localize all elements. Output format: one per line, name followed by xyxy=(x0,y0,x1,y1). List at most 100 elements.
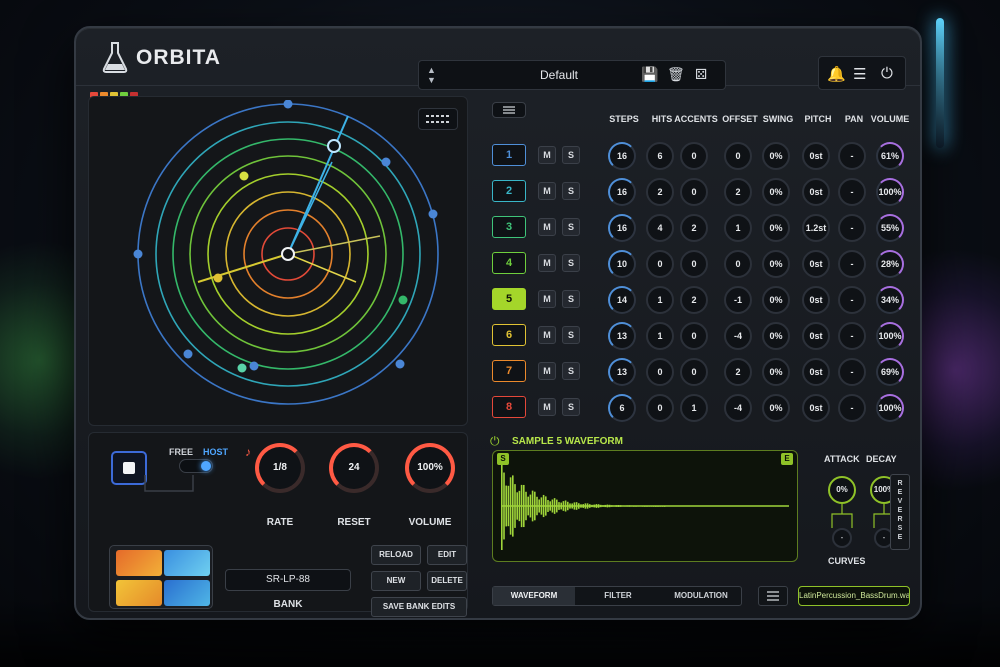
bell-icon[interactable]: 🔔 xyxy=(827,65,846,83)
swing-knob[interactable]: 0% xyxy=(762,358,790,386)
new-button[interactable]: NEW xyxy=(371,571,421,591)
volume-knob[interactable]: 34% xyxy=(876,286,904,314)
volume-knob[interactable]: 100% xyxy=(876,394,904,422)
accents-knob[interactable]: 0 xyxy=(680,142,708,170)
mute-button[interactable]: M xyxy=(538,218,556,236)
steps-knob[interactable]: 16 xyxy=(608,178,636,206)
bank-thumbnail[interactable] xyxy=(109,545,213,609)
attack-curve-knob[interactable]: - xyxy=(832,528,852,548)
pan-knob[interactable]: - xyxy=(838,358,866,386)
sequencer-menu-button[interactable] xyxy=(492,102,526,118)
track-select-button[interactable]: 8 xyxy=(492,396,526,418)
swing-knob[interactable]: 0% xyxy=(762,178,790,206)
mute-button[interactable]: M xyxy=(538,146,556,164)
steps-knob[interactable]: 14 xyxy=(608,286,636,314)
attack-knob[interactable]: 0% xyxy=(828,476,856,504)
reset-knob[interactable]: 24 xyxy=(329,443,379,493)
steps-knob[interactable]: 10 xyxy=(608,250,636,278)
bank-name-field[interactable]: SR-LP-88 xyxy=(225,569,351,591)
accents-knob[interactable]: 0 xyxy=(680,250,708,278)
tab-waveform[interactable]: WAVEFORM xyxy=(493,587,575,605)
solo-button[interactable]: S xyxy=(562,362,580,380)
power-icon[interactable]: ⏻ xyxy=(881,65,893,82)
steps-knob[interactable]: 6 xyxy=(608,394,636,422)
accents-knob[interactable]: 1 xyxy=(680,394,708,422)
volume-knob[interactable]: 100% xyxy=(876,322,904,350)
save-icon[interactable]: 💾 xyxy=(641,66,658,83)
hits-knob[interactable]: 0 xyxy=(646,394,674,422)
pan-knob[interactable]: - xyxy=(838,322,866,350)
end-marker[interactable]: E xyxy=(781,453,793,465)
orbit-radar[interactable] xyxy=(106,100,446,416)
sample-menu-button[interactable] xyxy=(758,586,788,606)
offset-knob[interactable]: -4 xyxy=(724,394,752,422)
delete-button[interactable]: DELETE xyxy=(427,571,467,591)
start-marker[interactable]: S xyxy=(497,453,509,465)
pitch-knob[interactable]: 0st xyxy=(802,322,830,350)
hits-knob[interactable]: 2 xyxy=(646,178,674,206)
swing-knob[interactable]: 0% xyxy=(762,322,790,350)
volume-knob[interactable]: 61% xyxy=(876,142,904,170)
pitch-knob[interactable]: 0st xyxy=(802,358,830,386)
pan-knob[interactable]: - xyxy=(838,394,866,422)
hits-knob[interactable]: 1 xyxy=(646,286,674,314)
track-select-button[interactable]: 6 xyxy=(492,324,526,346)
tab-filter[interactable]: FILTER xyxy=(577,587,659,605)
offset-knob[interactable]: -1 xyxy=(724,286,752,314)
track-select-button[interactable]: 5 xyxy=(492,288,526,310)
preset-arrows-icon[interactable]: ▲ ▼ xyxy=(427,65,436,85)
pitch-knob[interactable]: 0st xyxy=(802,178,830,206)
offset-knob[interactable]: 1 xyxy=(724,214,752,242)
accents-knob[interactable]: 2 xyxy=(680,286,708,314)
volume-knob[interactable]: 100% xyxy=(876,178,904,206)
save-bank-edits-button[interactable]: SAVE BANK EDITS xyxy=(371,597,467,617)
steps-knob[interactable]: 13 xyxy=(608,358,636,386)
track-select-button[interactable]: 2 xyxy=(492,180,526,202)
edit-button[interactable]: EDIT xyxy=(427,545,467,565)
mute-button[interactable]: M xyxy=(538,326,556,344)
offset-knob[interactable]: 2 xyxy=(724,358,752,386)
mute-button[interactable]: M xyxy=(538,182,556,200)
solo-button[interactable]: S xyxy=(562,398,580,416)
pan-knob[interactable]: - xyxy=(838,214,866,242)
mute-button[interactable]: M xyxy=(538,398,556,416)
volume-knob[interactable]: 28% xyxy=(876,250,904,278)
solo-button[interactable]: S xyxy=(562,218,580,236)
accents-knob[interactable]: 2 xyxy=(680,214,708,242)
hits-knob[interactable]: 0 xyxy=(646,250,674,278)
accents-knob[interactable]: 0 xyxy=(680,322,708,350)
steps-knob[interactable]: 16 xyxy=(608,214,636,242)
trash-icon[interactable]: 🗑 xyxy=(667,66,685,83)
tab-modulation[interactable]: MODULATION xyxy=(661,587,741,605)
track-select-button[interactable]: 7 xyxy=(492,360,526,382)
pitch-knob[interactable]: 0st xyxy=(802,142,830,170)
dice-icon[interactable]: ⚄ xyxy=(695,66,707,83)
swing-knob[interactable]: 0% xyxy=(762,286,790,314)
volume-knob[interactable]: 55% xyxy=(876,214,904,242)
pitch-knob[interactable]: 1.2st xyxy=(802,214,830,242)
offset-knob[interactable]: 0 xyxy=(724,142,752,170)
accents-knob[interactable]: 0 xyxy=(680,178,708,206)
power-icon[interactable]: ⏻ xyxy=(490,434,500,449)
mute-button[interactable]: M xyxy=(538,254,556,272)
hits-knob[interactable]: 1 xyxy=(646,322,674,350)
track-select-button[interactable]: 3 xyxy=(492,216,526,238)
offset-knob[interactable]: 2 xyxy=(724,178,752,206)
reload-button[interactable]: RELOAD xyxy=(371,545,421,565)
pan-knob[interactable]: - xyxy=(838,142,866,170)
hamburger-icon[interactable]: ☰ xyxy=(853,65,866,83)
rate-knob[interactable]: 1/8 xyxy=(255,443,305,493)
sample-file-name[interactable]: LatinPercussion_BassDrum.wav xyxy=(798,586,910,606)
hits-knob[interactable]: 4 xyxy=(646,214,674,242)
offset-knob[interactable]: -4 xyxy=(724,322,752,350)
hits-knob[interactable]: 0 xyxy=(646,358,674,386)
waveform-display[interactable]: S E xyxy=(492,450,798,562)
mute-button[interactable]: M xyxy=(538,290,556,308)
solo-button[interactable]: S xyxy=(562,254,580,272)
pitch-knob[interactable]: 0st xyxy=(802,394,830,422)
pitch-knob[interactable]: 0st xyxy=(802,286,830,314)
mute-button[interactable]: M xyxy=(538,362,556,380)
track-select-button[interactable]: 1 xyxy=(492,144,526,166)
solo-button[interactable]: S xyxy=(562,326,580,344)
pan-knob[interactable]: - xyxy=(838,250,866,278)
